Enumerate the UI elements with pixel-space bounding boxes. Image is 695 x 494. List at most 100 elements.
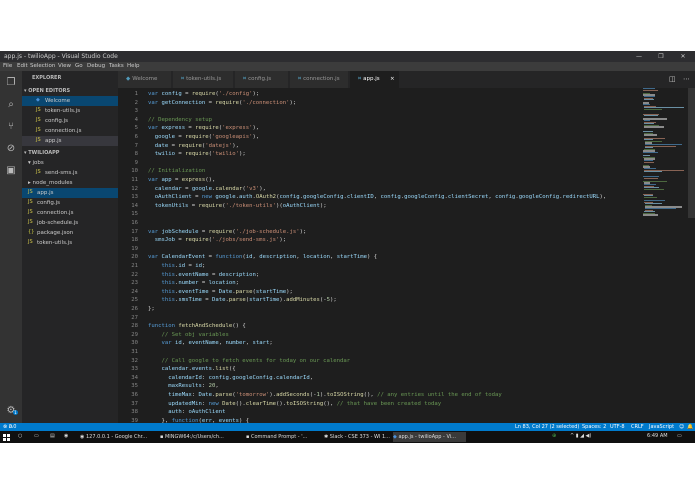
tree-file-config[interactable]: JS config.js (22, 198, 118, 208)
tab-welcome[interactable]: ◆ Welcome (118, 71, 172, 88)
code-line[interactable]: this.id = id; (148, 262, 205, 271)
code-line[interactable]: tokenUtils = require('./token-utils')(oA… (148, 202, 327, 211)
action-center-icon[interactable]: ▭ (677, 431, 682, 441)
code-line[interactable]: date = require('datejs'), (148, 142, 239, 151)
menu-selection[interactable]: Selection (30, 62, 55, 71)
tree-folder-jobs[interactable]: ▾ jobs (22, 158, 118, 168)
tree-file-connection[interactable]: JS connection.js (22, 208, 118, 218)
code-line[interactable]: calendar = google.calendar('v3'), (148, 185, 266, 194)
code-line[interactable]: calendar.events.list({ (148, 365, 235, 374)
open-editor-app[interactable]: JS app.js (22, 136, 118, 146)
open-editor-token-utils[interactable]: JS token-utils.js (22, 106, 118, 116)
maximize-icon[interactable]: ❐ (654, 51, 668, 62)
tree-file-app[interactable]: JS app.js (22, 188, 118, 198)
close-tab-icon[interactable]: × (390, 71, 395, 88)
encoding[interactable]: UTF-8 (610, 423, 625, 431)
code-line[interactable]: var app = express(), (148, 176, 215, 185)
tree-file-send-sms[interactable]: JS send-sms.js (22, 168, 118, 178)
code-line[interactable]: oAuthClient = new google.auth.OAuth2(con… (148, 193, 607, 202)
smiley-icon[interactable]: ☺ (679, 423, 684, 431)
file-explorer-icon[interactable]: ▤ (50, 431, 60, 441)
task-view-icon[interactable]: ▭ (34, 431, 44, 441)
code-line[interactable]: updatedMin: new Date().clearTime().toISO… (148, 400, 441, 409)
menu-file[interactable]: File (3, 62, 12, 71)
tab-connection[interactable]: ⌗ connection.js (290, 71, 349, 88)
debug-icon[interactable]: ⊘ (5, 143, 17, 155)
files-icon[interactable]: ❐ (5, 77, 17, 89)
code-line[interactable]: // Initialization (148, 167, 205, 176)
code-line[interactable]: }; (148, 305, 155, 314)
tab-config[interactable]: ⌗ config.js (235, 71, 289, 88)
bell-icon[interactable]: 🔔 (687, 423, 693, 431)
code-line[interactable]: calendarId: config.googleConfig.calendar… (148, 374, 313, 383)
tab-token-utils[interactable]: ⌗ token-utils.js (173, 71, 234, 88)
code-line[interactable]: var config = require('./config'); (148, 90, 259, 99)
minimize-icon[interactable]: — (632, 51, 646, 62)
open-editors-header[interactable]: ▾ OPEN EDITORS (24, 86, 120, 96)
extensions-icon[interactable]: ▣ (5, 165, 17, 177)
code-line[interactable]: // Dependency setup (148, 116, 212, 125)
tree-folder-node-modules[interactable]: ▸ node_modules (22, 178, 118, 188)
code-line[interactable]: this.eventTime = Date.parse(startTime); (148, 288, 292, 297)
code-line[interactable]: timeMax: Date.parse('tomorrow').addSecon… (148, 391, 502, 400)
code-line[interactable]: var id, eventName, number, start; (148, 339, 272, 348)
search-icon[interactable]: ○ (18, 431, 28, 441)
clock[interactable]: 6:49 AM (647, 431, 668, 441)
menu-debug[interactable]: Debug (87, 62, 105, 71)
taskbar-item-mingw[interactable]: ▪ MINGW64:/c/Users/ch... (160, 432, 238, 442)
code-line[interactable]: function fetchAndSchedule() { (148, 322, 246, 331)
taskbar-item-label: Command Prompt - '... (250, 434, 308, 440)
tree-file-job-schedule[interactable]: JS job-schedule.js (22, 218, 118, 228)
code-line[interactable]: this.smsTime = Date.parse(startTime).add… (148, 296, 336, 305)
chrome-icon[interactable]: ◉ (64, 431, 74, 441)
language-mode[interactable]: JavaScript (649, 423, 674, 431)
explorer-sidebar: EXPLORER ▾ OPEN EDITORS ◆ Welcome JS token… (22, 71, 118, 423)
code-editor[interactable]: 1 2 3 4 5 6 7 8 9 10 11 12 13 14 15 16 17 18 19 20 21 22 23 24 2… (118, 88, 643, 424)
tree-file-token-utils[interactable]: JS token-utils.js (22, 238, 118, 248)
code-line[interactable]: this.number = location; (148, 279, 239, 288)
code-line[interactable]: var express = require('express'), (148, 124, 259, 133)
code-line[interactable]: auth: oAuthClient (148, 408, 225, 417)
indentation[interactable]: Spaces: 2 (582, 423, 606, 431)
project-header[interactable]: ▾ TWILIOAPP (24, 148, 120, 158)
source-control-icon[interactable]: ⑂ (5, 121, 17, 133)
menu-go[interactable]: Go (75, 62, 83, 71)
open-editor-connection[interactable]: JS connection.js (22, 126, 118, 136)
line-ending[interactable]: CRLF (631, 423, 644, 431)
open-editor-config[interactable]: JS config.js (22, 116, 118, 126)
tree-file-package-json[interactable]: {} package.json (22, 228, 118, 238)
system-tray-icons[interactable]: ^ ▮ ◢ ◀) (570, 431, 630, 441)
code-line[interactable]: // Call google to fetch events for today… (148, 357, 350, 366)
line-number: 37 (131, 400, 138, 407)
code-line[interactable]: var CalendarEvent = function(id, descrip… (148, 253, 377, 262)
taskbar-item-slack[interactable]: ✱ Slack - CSE 373 - WI 1... (324, 432, 390, 442)
taskbar-item-chrome[interactable]: ◉ 127.0.0.1 - Google Chr... (80, 432, 153, 442)
search-icon[interactable]: ⌕ (5, 99, 17, 111)
open-editor-welcome[interactable]: ◆ Welcome (22, 96, 118, 106)
menu-view[interactable]: View (58, 62, 71, 71)
windows-start-icon[interactable] (3, 434, 10, 441)
code-line[interactable]: twilio = require('twilio'); (148, 150, 246, 159)
minimap[interactable] (643, 88, 687, 218)
menu-edit[interactable]: Edit (17, 62, 28, 71)
menu-tasks[interactable]: Tasks (109, 62, 124, 71)
code-line[interactable]: // Set obj variables (148, 331, 228, 340)
vertical-scrollbar[interactable] (688, 88, 695, 218)
close-window-icon[interactable]: ✕ (676, 51, 690, 62)
menu-help[interactable]: Help (127, 62, 140, 71)
problems-indicator[interactable]: ⊗ 0 ⚠ 0 (3, 423, 16, 431)
more-actions-icon[interactable]: ⋯ (683, 75, 690, 83)
app-tray-icon[interactable]: ⊕ (552, 431, 562, 441)
tab-app[interactable]: ⌗ app.js × (350, 71, 400, 88)
taskbar-item-cmd[interactable]: ▪ Command Prompt - '... (246, 432, 321, 442)
taskbar-item-vscode[interactable]: ◆ app.js - twilioApp - Vi... (393, 432, 466, 442)
code-line[interactable]: var jobSchedule = require('./job-schedul… (148, 228, 306, 237)
code-line[interactable]: maxResults: 20, (148, 382, 219, 391)
split-editor-icon[interactable]: ◫ (669, 75, 676, 83)
code-line[interactable]: var getConnection = require('./connectio… (148, 99, 296, 108)
code-line[interactable]: google = require('googleapis'), (148, 133, 259, 142)
code-line[interactable]: smsJob = require('./jobs/send-sms.js'); (148, 236, 286, 245)
line-number-gutter: 1 2 3 4 5 6 7 8 9 10 11 12 13 14 15 16 17 18 19 20 21 22 23 24 2… (118, 88, 140, 424)
cursor-position[interactable]: Ln 83, Col 27 (2 selected) (515, 423, 579, 431)
code-line[interactable]: this.eventName = description; (148, 271, 259, 280)
